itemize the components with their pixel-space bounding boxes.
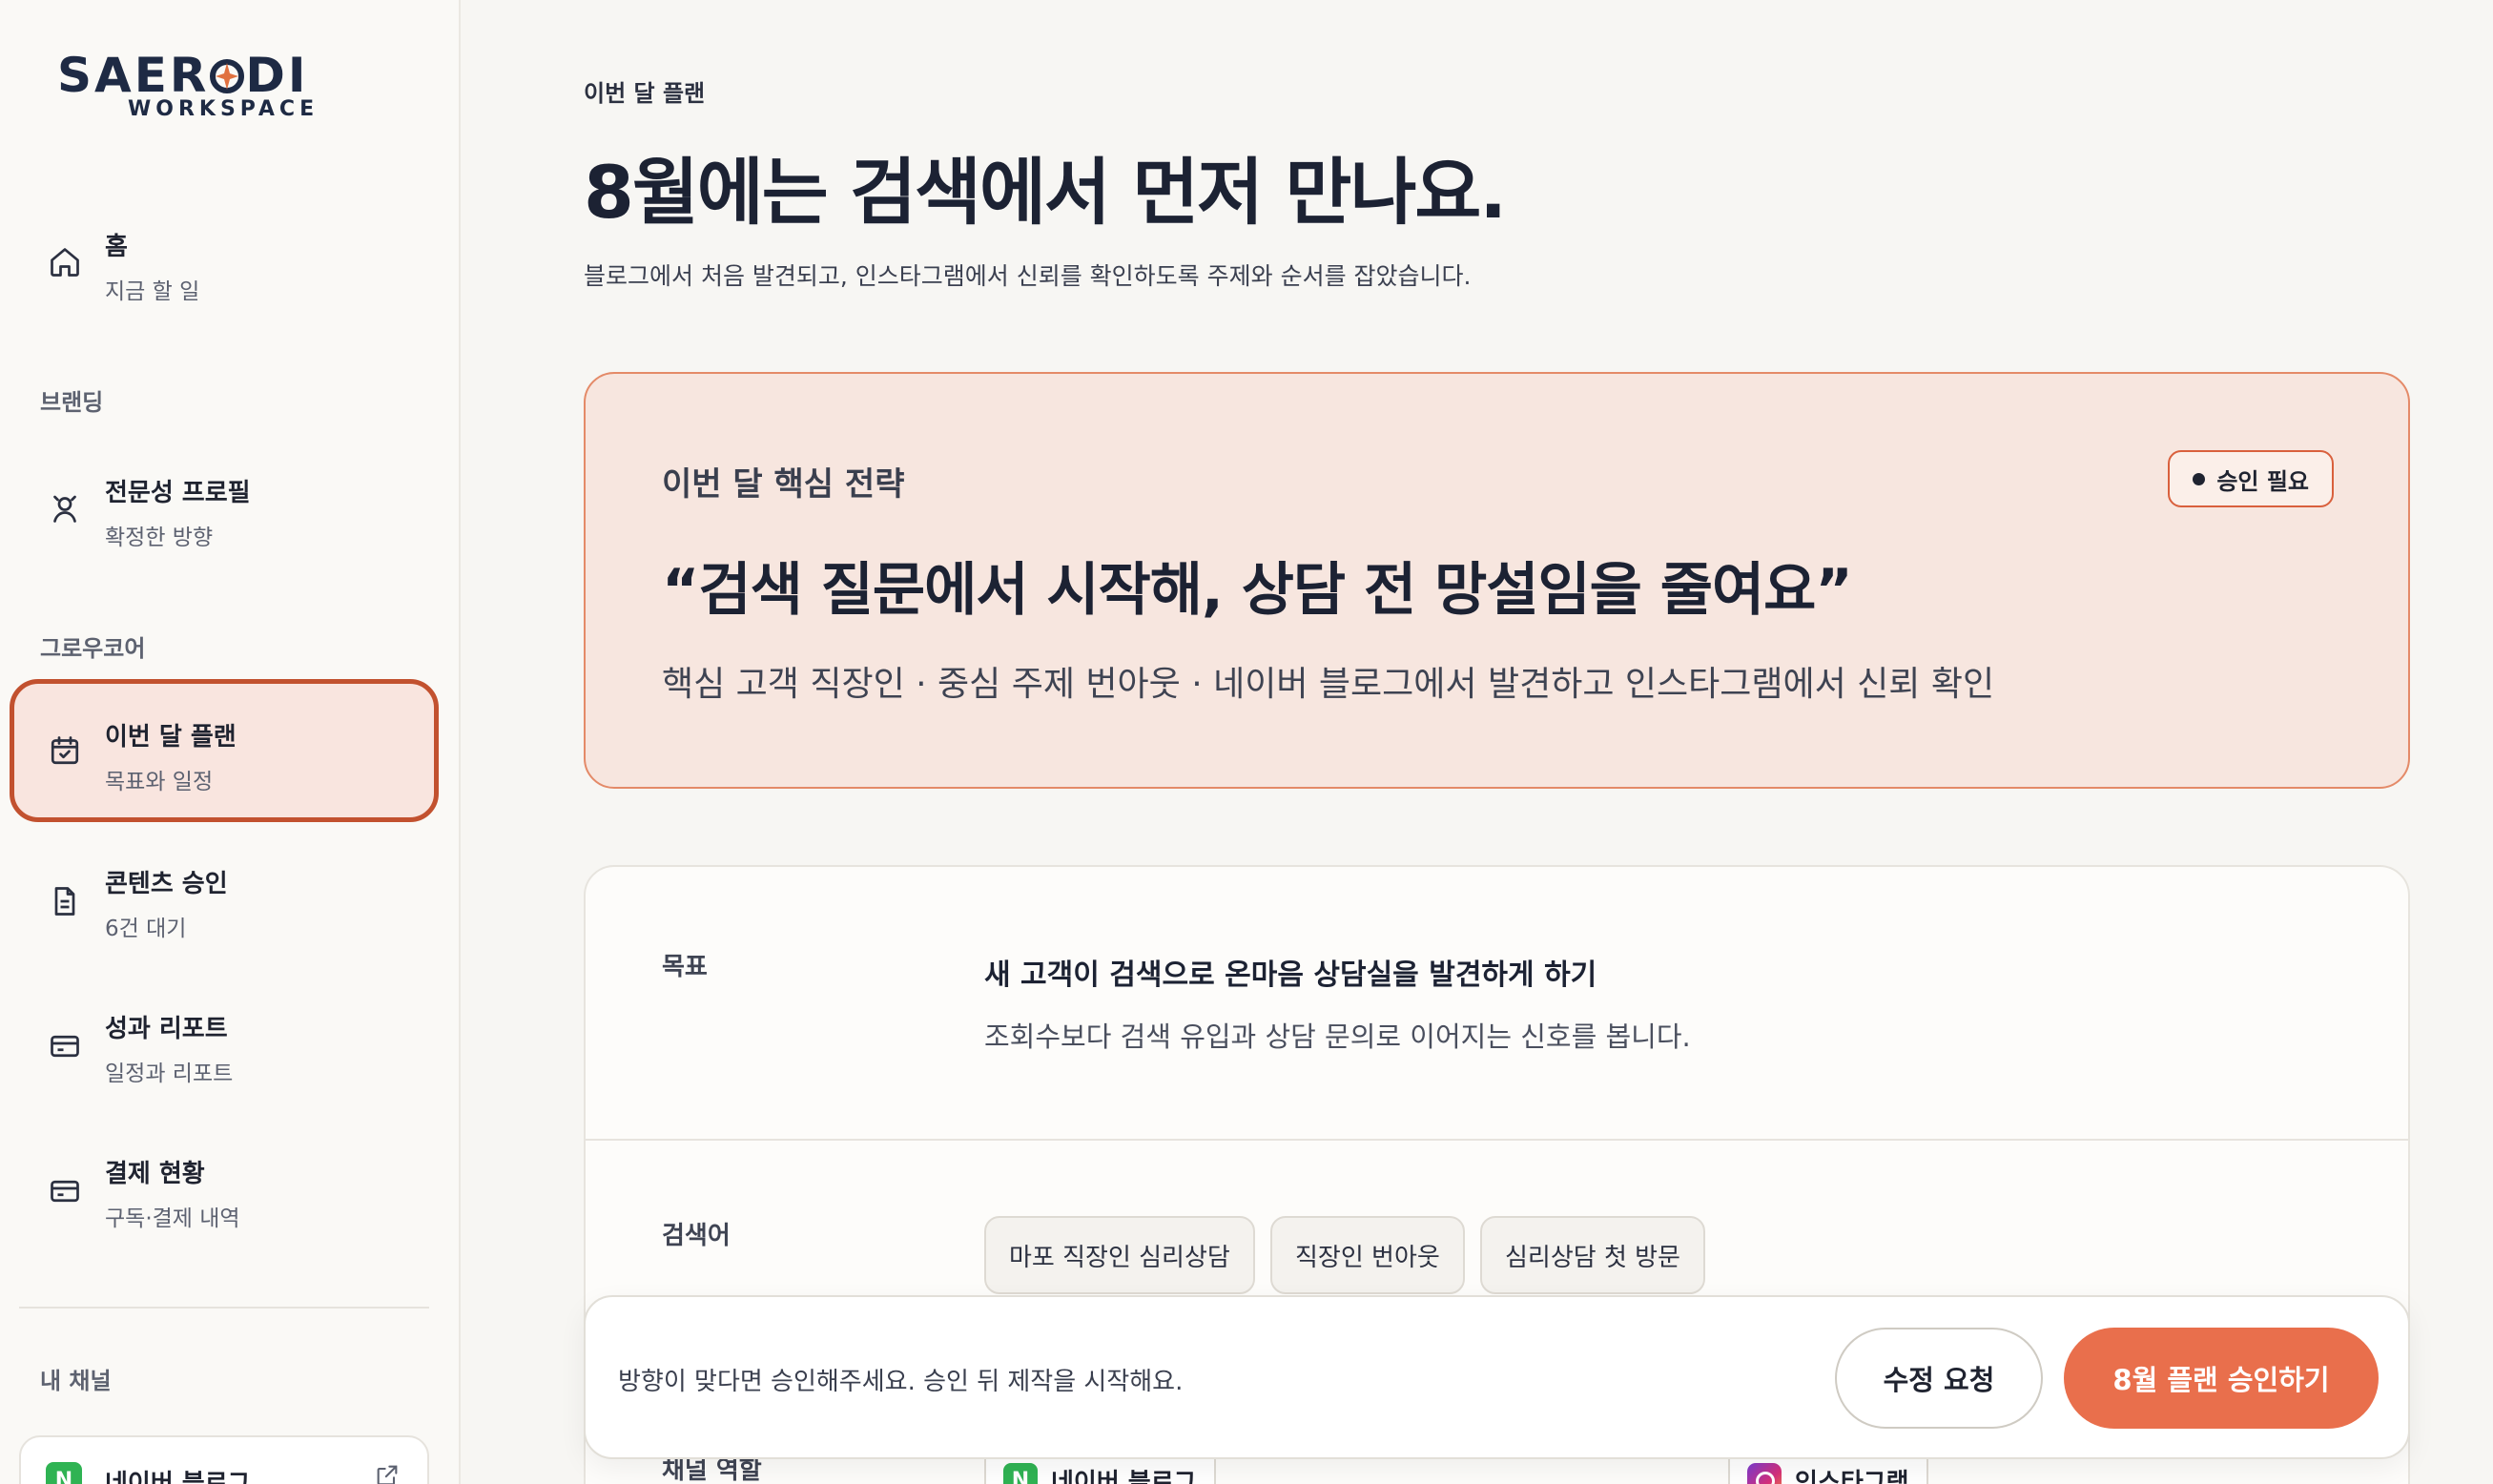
channel-instagram-label: 인스타그램 [1795,1468,1909,1484]
channel-card-naver[interactable]: N 네이버 블로그 [19,1435,429,1484]
instagram-icon [1747,1463,1782,1484]
strategy-summary: 핵심 고객 직장인 · 중심 주제 번아웃 · 네이버 블로그에서 발견하고 인… [662,665,1995,704]
calendar-check-icon [46,732,84,770]
external-link-icon[interactable] [374,1462,401,1484]
nav-profile-sub: 확정한 방향 [105,526,214,550]
logo-star-icon [210,59,245,93]
nav-home-sub: 지금 할 일 [105,279,200,304]
channel-naver-label: 네이버 블로그 [1051,1468,1197,1484]
goal-label: 목표 [662,953,708,981]
nav-item-billing[interactable]: 결제 현황 구독·결제 내역 [10,1120,439,1263]
nav-item-content-approval[interactable]: 콘텐츠 승인 6건 대기 [10,830,439,973]
keyword-chip[interactable]: 심리상담 첫 방문 [1480,1216,1705,1294]
section-label-channels: 내 채널 [40,1368,112,1394]
keyword-chip[interactable]: 마포 직장인 심리상담 [984,1216,1255,1294]
nav-plan-title: 이번 달 플랜 [105,723,237,752]
section-label-branding: 브랜딩 [40,389,104,416]
nav-item-plan[interactable]: 이번 달 플랜 목표와 일정 [10,679,439,822]
nav-profile-title: 전문성 프로필 [105,479,251,507]
page-title: 8월에는 검색에서 먼저 만나요. [584,150,1507,235]
keywords-label: 검색어 [662,1222,731,1250]
naver-badge-icon: N [1003,1463,1038,1484]
nav-item-profile[interactable]: 전문성 프로필 확정한 방향 [10,437,439,580]
section-label-growcore: 그로우코어 [40,635,146,662]
nav-billing-title: 결제 현황 [105,1160,205,1188]
nav-report-title: 성과 리포트 [105,1015,228,1043]
page-eyebrow: 이번 달 플랜 [584,80,706,107]
approval-action-bar: 방향이 맞다면 승인해주세요. 승인 뒤 제작을 시작해요. 수정 요청 8월 … [584,1295,2410,1459]
status-dot-icon [2193,472,2206,485]
goal-description: 조회수보다 검색 유입과 상담 문의로 이어지는 신호를 봅니다. [984,1020,1691,1053]
nav-approval-title: 콘텐츠 승인 [105,870,228,898]
person-icon [46,489,84,527]
credit-card-icon [46,1172,84,1210]
channel-label: 네이버 블로그 [105,1470,251,1484]
page-description: 블로그에서 처음 발견되고, 인스타그램에서 신뢰를 확인하도록 주제와 순서를… [584,262,1472,290]
nav-approval-sub: 6건 대기 [105,917,187,941]
sidebar: SAER DI WORKSPACE 홈 지금 할 일 브랜딩 전문성 프로필 확… [0,0,461,1484]
strategy-label: 이번 달 핵심 전략 [662,465,905,504]
nav-report-sub: 일정과 리포트 [105,1061,234,1086]
request-revision-button[interactable]: 수정 요청 [1835,1328,2043,1429]
nav-item-home[interactable]: 홈 지금 할 일 [10,191,439,334]
nav-item-report[interactable]: 성과 리포트 일정과 리포트 [10,975,439,1118]
keyword-chip[interactable]: 직장인 번아웃 [1270,1216,1465,1294]
logo-subtitle: WORKSPACE [128,97,319,121]
nav-plan-sub: 목표와 일정 [105,770,214,794]
approval-badge-label: 승인 필요 [2216,467,2309,495]
brand-logo[interactable]: SAER DI WORKSPACE [57,50,314,121]
document-icon [46,882,84,920]
nav-home-title: 홈 [105,233,128,261]
detail-divider [586,1139,2408,1141]
strategy-card: 이번 달 핵심 전략 승인 필요 “검색 질문에서 시작해, 상담 전 망설임을… [584,372,2410,789]
logo-text-right: DI [245,48,309,103]
card-icon [46,1027,84,1065]
logo-wordmark: SAER DI [57,50,308,101]
goal-title: 새 고객이 검색으로 온마음 상담실을 발견하게 하기 [984,958,1597,992]
strategy-quote: “검색 질문에서 시작해, 상담 전 망설임을 줄여요” [662,557,1853,624]
approve-plan-button[interactable]: 8월 플랜 승인하기 [2064,1328,2379,1429]
logo-text-left: SAER [57,48,210,103]
nav-billing-sub: 구독·결제 내역 [105,1206,240,1231]
approval-required-badge: 승인 필요 [2168,450,2334,507]
sidebar-divider [19,1307,429,1309]
naver-badge-icon: N [46,1462,82,1484]
home-icon [46,243,84,281]
action-bar-message: 방향이 맞다면 승인해주세요. 승인 뒤 제작을 시작해요. [618,1368,1184,1396]
